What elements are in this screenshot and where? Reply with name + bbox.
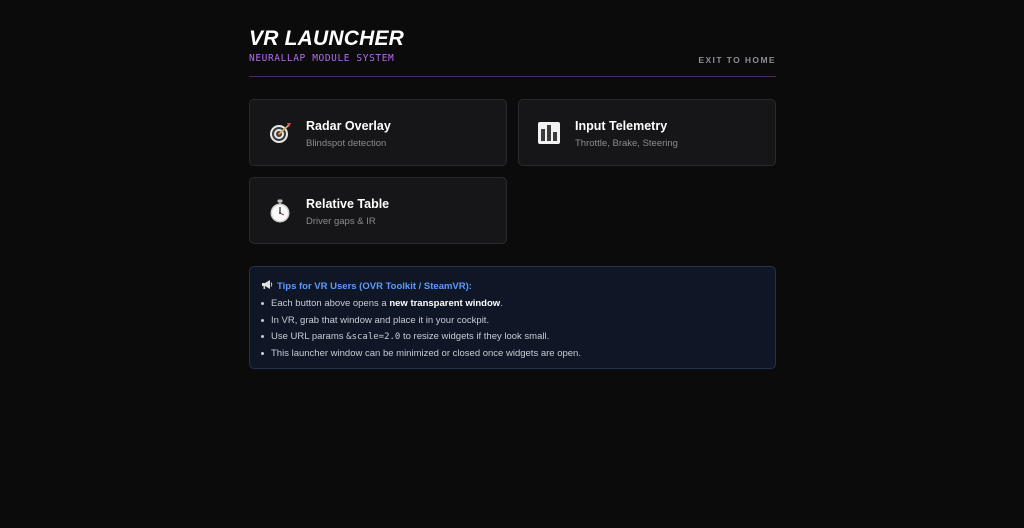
launcher-container: VR LAUNCHER NEURALLAP MODULE SYSTEM EXIT… bbox=[249, 0, 776, 369]
list-item: This launcher window can be minimized or… bbox=[261, 347, 581, 364]
tips-heading: Tips for VR Users (OVR Toolkit / SteamVR… bbox=[261, 279, 472, 293]
tips-list: Each button above opens a new transparen… bbox=[261, 297, 581, 363]
header: VR LAUNCHER NEURALLAP MODULE SYSTEM EXIT… bbox=[249, 0, 776, 77]
dart-target-icon bbox=[268, 121, 292, 145]
tip-text: Use URL params bbox=[271, 331, 347, 342]
tip-text: Each button above opens a bbox=[271, 298, 390, 309]
tip-text: This launcher window can be minimized or… bbox=[271, 347, 581, 359]
tips-heading-text: Tips for VR Users (OVR Toolkit / SteamVR… bbox=[277, 280, 472, 292]
card-title: Input Telemetry bbox=[575, 119, 668, 133]
bar-chart-icon bbox=[537, 121, 561, 145]
tip-text: . bbox=[500, 298, 503, 309]
page-title: VR LAUNCHER bbox=[249, 27, 405, 50]
tip-code-text: &scale=2.0 bbox=[346, 332, 401, 342]
page-subtitle: NEURALLAP MODULE SYSTEM bbox=[249, 53, 395, 64]
stopwatch-icon bbox=[268, 199, 292, 223]
megaphone-icon bbox=[261, 279, 273, 293]
vr-tips-panel: Tips for VR Users (OVR Toolkit / SteamVR… bbox=[249, 266, 776, 369]
list-item: In VR, grab that window and place it in … bbox=[261, 314, 581, 331]
card-title: Relative Table bbox=[306, 197, 390, 211]
exit-to-home-link[interactable]: EXIT TO HOME bbox=[698, 55, 776, 65]
list-item: Each button above opens a new transparen… bbox=[261, 297, 581, 314]
tip-text: In VR, grab that window and place it in … bbox=[271, 314, 490, 326]
card-title: Radar Overlay bbox=[306, 119, 391, 133]
input-telemetry-button[interactable]: Input Telemetry Throttle, Brake, Steerin… bbox=[518, 99, 776, 166]
tip-bold-text: new transparent window bbox=[389, 298, 501, 309]
relative-table-button[interactable]: Relative Table Driver gaps & IR bbox=[249, 177, 507, 244]
list-item: Use URL params &scale=2.0 to resize widg… bbox=[261, 330, 581, 347]
radar-overlay-button[interactable]: Radar Overlay Blindspot detection bbox=[249, 99, 507, 166]
card-description: Driver gaps & IR bbox=[306, 216, 376, 227]
tip-text: to resize widgets if they look small. bbox=[400, 331, 550, 342]
card-description: Throttle, Brake, Steering bbox=[575, 138, 678, 149]
card-description: Blindspot detection bbox=[306, 138, 387, 149]
